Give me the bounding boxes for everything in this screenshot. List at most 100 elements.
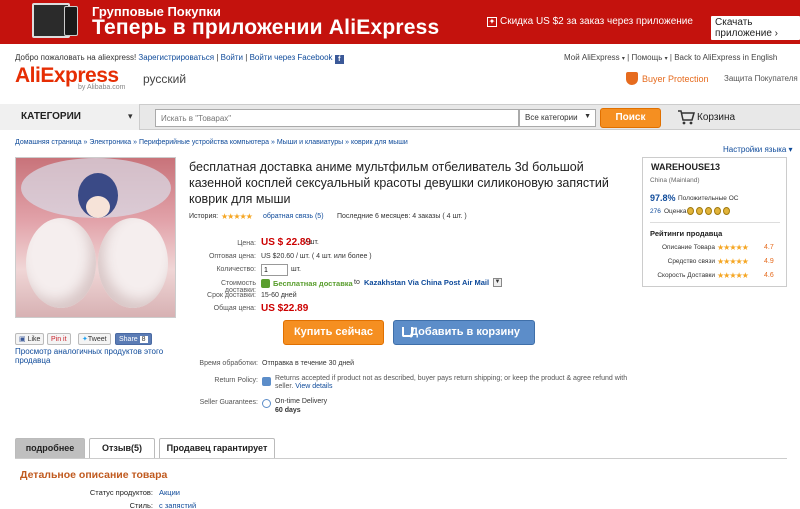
download-app-button[interactable]: Скачать приложение ›: [711, 16, 800, 40]
tab-seller-guarantees[interactable]: Продавец гарантирует: [159, 438, 275, 458]
similar-products-link[interactable]: Просмотр аналогичных продуктов этого про…: [15, 347, 180, 365]
orders-count: Последние 6 месяцев: 4 заказы ( 4 шт. ): [337, 213, 467, 220]
logo-subtitle: by Alibaba.com: [78, 84, 126, 91]
rating-stars-icon: ★★★★★: [717, 243, 749, 252]
rating-value: 4.6: [764, 272, 774, 279]
positive-feedback-label: Положительные ОС: [678, 195, 739, 202]
history-label: История:: [189, 213, 219, 220]
buyer-protection-subtitle: Защита Покупателя: [724, 74, 798, 83]
current-language: русский: [143, 72, 187, 86]
like-label: Like: [27, 336, 41, 343]
shipping-method-link[interactable]: Kazakhstan Via China Post Air Mail: [364, 278, 489, 287]
detail-value[interactable]: Акции: [159, 488, 180, 497]
share-button[interactable]: Share 8: [115, 333, 152, 345]
image-detail: [86, 196, 110, 218]
search-input[interactable]: [155, 109, 519, 127]
breadcrumb-item[interactable]: Домашняя страница: [15, 139, 82, 146]
delivery-label: Срок доставки:: [207, 292, 256, 299]
guarantee-value: On-time Delivery: [275, 398, 328, 405]
tab-bar-line: [15, 458, 787, 459]
quantity-input[interactable]: [261, 264, 288, 276]
welcome-text: Добро пожаловать на aliexpress!: [15, 53, 137, 62]
detail-key: Стиль:: [129, 501, 153, 509]
medal-icon: [705, 207, 712, 215]
rating-label: Описание Товара: [661, 244, 715, 251]
language-settings-link[interactable]: Настройки языка ▾: [723, 145, 793, 154]
pinterest-button[interactable]: Pin it: [47, 333, 71, 345]
shield-icon: [626, 72, 638, 85]
facebook-like-button[interactable]: ▣ Like: [15, 333, 45, 345]
buy-now-button[interactable]: Купить сейчас: [283, 320, 384, 345]
product-image[interactable]: [15, 157, 176, 318]
pin-label: Pin it: [51, 336, 67, 343]
breadcrumb: Домашняя страница » Электроника » Перифе…: [15, 139, 408, 146]
image-detail: [98, 218, 168, 308]
rating-label: Средство связи: [667, 258, 715, 265]
seller-ratings-title: Рейтинги продавца: [650, 229, 723, 238]
processing-label: Время обработки:: [199, 360, 258, 367]
medal-icon: [687, 207, 694, 215]
seller-score[interactable]: 276: [650, 208, 661, 215]
login-facebook-link[interactable]: Войти через Facebook: [250, 53, 333, 62]
tab-feedback[interactable]: Отзыв(5): [89, 438, 155, 458]
rating-stars-icon: ★★★★★: [717, 271, 749, 280]
wholesale-value: US $20.60 / шт. ( 4 шт. или более ): [261, 253, 372, 260]
banner-title: Теперь в приложении AliExpress: [92, 16, 440, 39]
seller-country: China (Mainland): [650, 177, 700, 184]
seller-score-label: Оценка: [664, 208, 687, 215]
total-label: Общая цена:: [213, 305, 256, 312]
quantity-label: Количество:: [216, 266, 256, 273]
return-policy-label: Return Policy:: [214, 377, 258, 384]
total-value: US $22.89: [261, 303, 309, 314]
rating-value: 4.7: [764, 244, 774, 251]
cart-link[interactable]: Корзина: [697, 112, 735, 123]
back-to-english-link[interactable]: Back to AliExpress in English: [674, 53, 777, 62]
help-link[interactable]: Помощь: [631, 53, 662, 62]
guarantee-days: 60 days: [275, 407, 301, 414]
register-link[interactable]: Зарегистрироваться: [138, 53, 214, 62]
chevron-down-icon: ▾: [621, 56, 625, 62]
seller-name[interactable]: WAREHOUSE13: [651, 162, 720, 172]
separator: |: [245, 53, 248, 62]
breadcrumb-item[interactable]: Периферийные устройства компьютера: [139, 139, 269, 146]
price-value: US $ 22.89: [261, 237, 312, 248]
chevron-down-icon[interactable]: ▼: [493, 278, 502, 287]
rating-value: 4.9: [764, 258, 774, 265]
my-aliexpress-link[interactable]: Мой AliExpress: [564, 53, 620, 62]
rating-stars-icon: ★★★★★: [221, 212, 253, 221]
search-button[interactable]: Поиск: [600, 108, 661, 128]
truck-icon: [261, 279, 270, 288]
quantity-unit: шт.: [291, 266, 301, 273]
header-welcome-row: Добро пожаловать на aliexpress! Зарегист…: [15, 53, 344, 64]
return-policy-text: Returns accepted if product not as descr…: [275, 375, 635, 391]
breadcrumb-item[interactable]: Мыши и клавиатуры: [277, 139, 343, 146]
cart-icon[interactable]: [677, 109, 695, 125]
chevron-down-icon: ▾: [664, 56, 668, 62]
feedback-link[interactable]: обратная связь (5): [263, 213, 324, 220]
login-link[interactable]: Войти: [221, 53, 243, 62]
detail-value[interactable]: с запястий: [159, 501, 196, 509]
divider: [650, 222, 780, 223]
medal-icon: [696, 207, 703, 215]
chevron-down-icon: ▾: [128, 111, 133, 121]
phone-icon: [64, 6, 78, 36]
tweet-button[interactable]: ✦Tweet: [78, 333, 111, 345]
cart-icon: [402, 327, 413, 337]
share-count: 8: [139, 336, 148, 343]
share-label: Share: [119, 336, 138, 343]
buyer-protection-link[interactable]: Buyer Protection: [642, 74, 709, 84]
breadcrumb-item[interactable]: коврик для мыши: [351, 139, 408, 146]
add-to-cart-button[interactable]: Добавить в корзину: [393, 320, 535, 345]
app-promo-banner[interactable]: Групповые Покупки Теперь в приложении Al…: [0, 0, 800, 44]
thumbs-up-icon: ▣: [19, 336, 26, 343]
price-label: Цена:: [237, 240, 256, 247]
tab-details[interactable]: подробнее: [15, 438, 85, 458]
view-details-link[interactable]: View details: [295, 383, 332, 390]
banner-discount: Скидка US $2 за заказ через приложение: [500, 16, 693, 27]
breadcrumb-item[interactable]: Электроника: [89, 139, 131, 146]
detail-key: Статус продуктов:: [89, 488, 153, 497]
chevron-down-icon: ▼: [584, 113, 591, 120]
facebook-icon: f: [334, 55, 344, 64]
category-select[interactable]: Все категории ▼: [519, 109, 596, 127]
gift-icon: ✦: [487, 17, 497, 27]
